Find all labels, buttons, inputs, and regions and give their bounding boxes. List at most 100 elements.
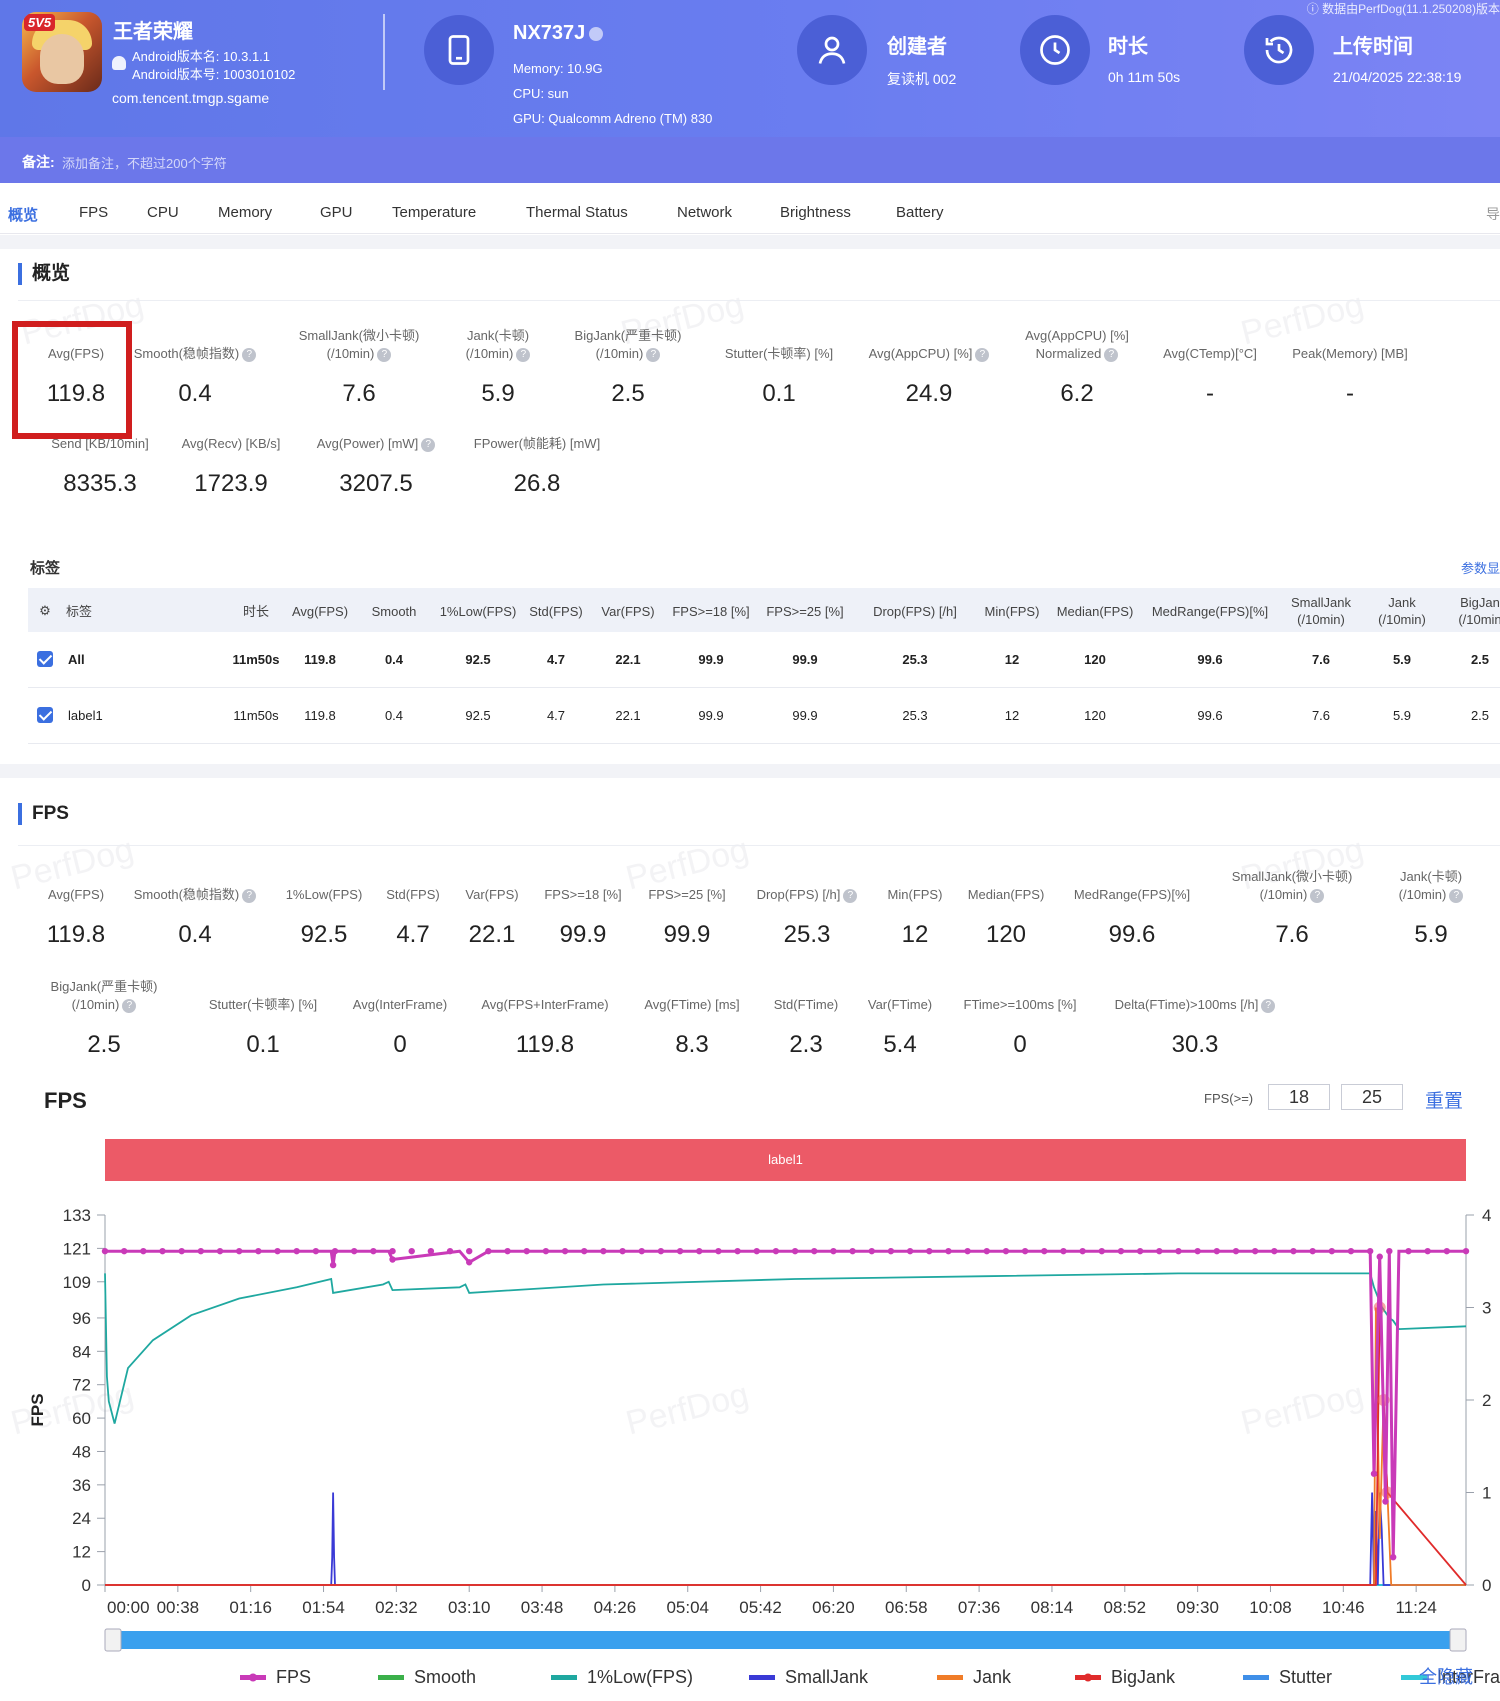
fps-point [1098, 1247, 1105, 1255]
tags-cell: 99.9 [698, 652, 724, 667]
hide-all-button[interactable]: 全隐藏 [1419, 1667, 1473, 1687]
note-input[interactable]: 添加备注，不超过200个字符 [62, 153, 227, 172]
device-cpu: CPU: sun [513, 86, 569, 101]
help-icon[interactable]: ? [1261, 998, 1276, 1013]
tab-memory[interactable]: Memory [218, 204, 272, 221]
x-tick-label: 06:20 [812, 1598, 855, 1617]
overview-metric-value: 0.1 [762, 380, 796, 407]
fps-point [1271, 1247, 1278, 1255]
tags-cell: 99.9 [792, 652, 818, 667]
fps-chart[interactable]: 0122436486072849610912113301234FPS00:00 0… [0, 1195, 1500, 1701]
fps-point [120, 1247, 128, 1255]
y-tick-label: 24 [72, 1509, 91, 1528]
overview-metric-label: FPower(帧能耗) [mW] [437, 435, 637, 453]
slider-handle-left[interactable] [104, 1628, 122, 1652]
slider-handle-right[interactable] [1449, 1628, 1467, 1652]
fps-point [945, 1247, 952, 1255]
device-gpu: GPU: Qualcomm Adreno (TM) 830 [513, 111, 713, 126]
fps_section-metric-label-line: Delta(FTime)>100ms [/h]? [1095, 996, 1295, 1014]
time-range-slider[interactable] [105, 1631, 1466, 1649]
legend-item[interactable]: Jank [973, 1667, 1012, 1687]
legend-swatch [937, 1675, 963, 1680]
duration-value: 0h 11m 50s [1108, 69, 1181, 85]
app-icon: 5V5 [22, 12, 102, 92]
help-icon[interactable]: ? [1310, 888, 1325, 903]
help-icon[interactable]: ? [421, 437, 436, 452]
help-icon[interactable]: ? [1449, 888, 1464, 903]
tab-gpu[interactable]: GPU [320, 204, 353, 221]
param-settings-link[interactable]: 参数显 [1461, 558, 1500, 577]
fps-point [964, 1247, 971, 1255]
tab-bar: 概览 FPS CPU Memory GPU Temperature Therma… [0, 190, 1500, 234]
legend-item[interactable]: SmallJank [785, 1667, 869, 1687]
tab-brightness[interactable]: Brightness [780, 204, 851, 221]
legend-item[interactable]: Smooth [414, 1667, 476, 1687]
tags-cell: 25.3 [902, 708, 928, 723]
device-info-icon[interactable] [589, 26, 604, 41]
y-tick-label: 84 [72, 1342, 91, 1361]
fps_section-metric-value: 119.8 [515, 1031, 575, 1058]
settings-icon[interactable]: ⚙ [38, 602, 52, 619]
fps-point [542, 1247, 550, 1255]
legend-item[interactable]: 1%Low(FPS) [587, 1667, 693, 1687]
fps-point [1290, 1247, 1297, 1255]
fps-point [389, 1256, 396, 1263]
fps-point [101, 1247, 109, 1255]
help-icon[interactable]: ? [646, 347, 661, 362]
tab-battery[interactable]: Battery [896, 204, 944, 221]
tags-header-line: Median(FPS) [1056, 604, 1134, 619]
fps-point [772, 1247, 780, 1255]
overview-metric-value: - [1346, 380, 1354, 407]
help-icon[interactable]: ? [122, 998, 137, 1013]
fps_section-metric-value: 0 [393, 1031, 407, 1058]
android-version-info: Android版本名: 10.3.1.1 Android版本号: 1003010… [132, 48, 295, 84]
fps-point [235, 1247, 243, 1255]
help-icon[interactable]: ? [242, 347, 257, 362]
row-checkbox[interactable] [37, 651, 53, 667]
label-band[interactable]: label1 [105, 1139, 1466, 1181]
fps-point [1079, 1247, 1086, 1255]
x-tick-label: 08:14 [1031, 1598, 1074, 1617]
y2-tick-label: 4 [1482, 1206, 1491, 1225]
fps_section-metric-label: FTime>=100ms [%] [920, 996, 1120, 1014]
tags-cell: label1 [68, 708, 103, 723]
x-tick-label: 00:38 [157, 1598, 200, 1617]
legend-item[interactable]: BigJank [1111, 1667, 1176, 1687]
tab-fps[interactable]: FPS [79, 204, 108, 221]
fps-threshold-25-input[interactable] [1341, 1084, 1403, 1110]
fps-threshold-18-input[interactable] [1268, 1084, 1330, 1110]
app-icon-badge: 5V5 [24, 14, 56, 31]
fps-point [329, 1261, 337, 1269]
fps_section-metric-label: Jank(卡顿) (/10min)? [1331, 868, 1500, 904]
legend-item[interactable]: Stutter [1279, 1667, 1332, 1687]
series-line-bigjank [105, 1307, 1467, 1586]
fps-point [312, 1247, 320, 1255]
help-icon[interactable]: ? [377, 347, 392, 362]
report-header: 5V5 王者荣耀 Android版本名: 10.3.1.1 Android版本号… [0, 0, 1500, 183]
tab-network[interactable]: Network [677, 204, 732, 221]
tab-overview[interactable]: 概览 [8, 204, 38, 225]
fps-point [1175, 1247, 1182, 1255]
fps-point [734, 1247, 741, 1255]
x-tick-label: 06:58 [885, 1598, 928, 1617]
series-line-1-low-fps- [104, 1272, 1467, 1424]
x-tick-label: 01:16 [229, 1598, 272, 1617]
fps-point [600, 1247, 607, 1255]
fps-point [1232, 1247, 1240, 1255]
fps-point [331, 1247, 339, 1255]
fps-point [676, 1247, 684, 1255]
overview-metric-value: 7.6 [342, 380, 376, 407]
tab-temperature[interactable]: Temperature [392, 204, 476, 221]
export-button[interactable]: 导 [1486, 204, 1500, 224]
avg-fps-highlight [12, 321, 132, 439]
tab-cpu[interactable]: CPU [147, 204, 179, 221]
row-checkbox[interactable] [37, 707, 53, 723]
tab-thermal-status[interactable]: Thermal Status [526, 204, 628, 221]
legend-item[interactable]: FPS [276, 1667, 311, 1687]
y-tick-label: 0 [82, 1576, 91, 1595]
series-line-smalljank [105, 1492, 1466, 1586]
fps-point [178, 1247, 185, 1255]
fps-point [1117, 1247, 1125, 1255]
reset-button[interactable]: 重置 [1425, 1086, 1463, 1113]
fps-point [274, 1247, 281, 1255]
